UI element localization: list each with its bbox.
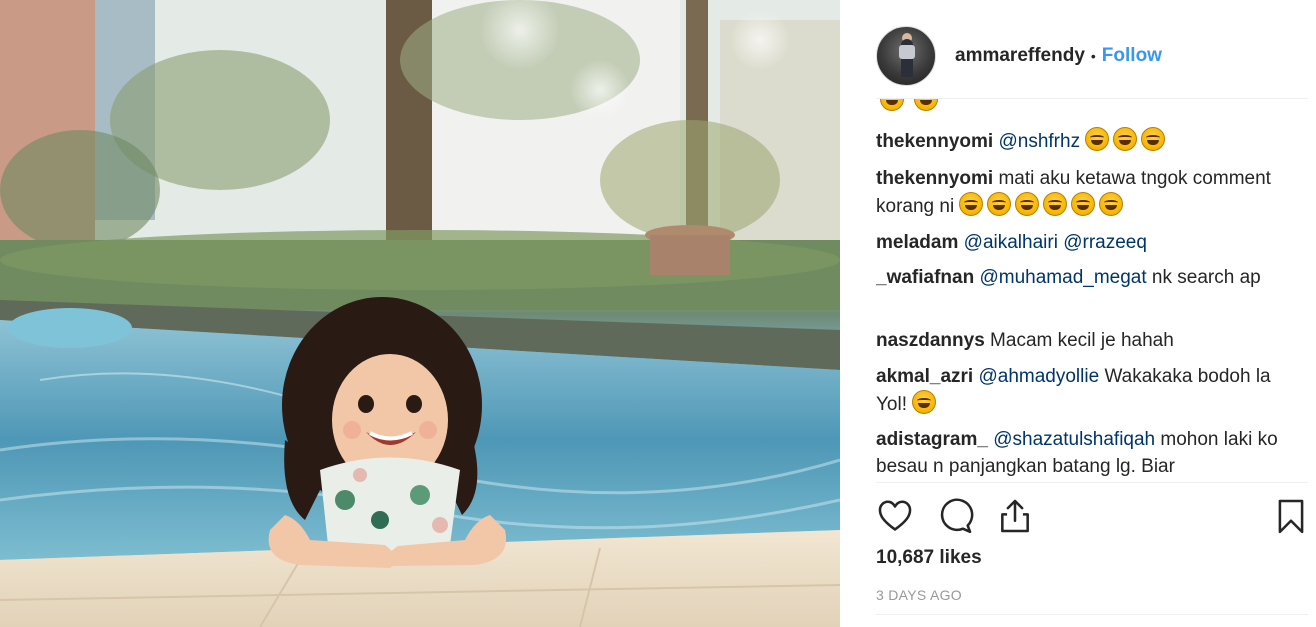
- rofl-emoji-icon: [914, 99, 938, 111]
- post-side-panel: ammareffendy • Follow thekennyomi @nshfr…: [840, 0, 1316, 627]
- post-timestamp[interactable]: 3 DAYS AGO: [876, 587, 962, 603]
- rofl-emoji-icon: [1085, 127, 1110, 151]
- avatar[interactable]: [876, 26, 936, 86]
- follow-button[interactable]: Follow: [1102, 45, 1162, 67]
- comment-item: thekennyomi mati aku ketawa tngok commen…: [876, 165, 1296, 220]
- comment-mention[interactable]: @shazatulshafiqah: [993, 429, 1155, 450]
- comment-item: adistagram_ @shazatulshafiqah mohon laki…: [876, 426, 1296, 480]
- like-count[interactable]: 10,687 likes: [876, 547, 982, 569]
- separator-dot: •: [1090, 48, 1096, 64]
- comment-username[interactable]: thekennyomi: [876, 168, 993, 189]
- comment-username[interactable]: akmal_azri: [876, 366, 973, 387]
- rofl-emoji-icon: [1043, 192, 1068, 216]
- comment-item: naszdannys Macam kecil je hahah: [876, 327, 1296, 354]
- comments-list[interactable]: thekennyomi @nshfrhz thekennyomi mati ak…: [876, 98, 1308, 482]
- rofl-emoji-icon: [987, 192, 1012, 216]
- rofl-emoji-icon: [912, 390, 937, 414]
- laughing-emoji-icon: [959, 192, 984, 216]
- comment-mention[interactable]: @nshfrhz: [998, 131, 1080, 152]
- comment-mention[interactable]: @muhamad_megat: [979, 267, 1146, 288]
- heart-icon[interactable]: [876, 497, 914, 535]
- rofl-emoji-icon: [1113, 127, 1138, 151]
- comment-text: nk search ap: [1151, 267, 1261, 288]
- clipped-emoji-row: [880, 99, 942, 111]
- comment-text: Macam kecil je hahah: [990, 330, 1174, 351]
- photo-illustration: [0, 0, 840, 627]
- comment-mention[interactable]: @aikalhairi @rrazeeq: [964, 232, 1147, 253]
- comment-bubble-icon[interactable]: [936, 497, 974, 535]
- rofl-emoji-icon: [1099, 192, 1124, 216]
- rofl-emoji-icon: [1015, 192, 1040, 216]
- comment-item: meladam @aikalhairi @rrazeeq: [876, 229, 1296, 256]
- comment-mention[interactable]: @ahmadyollie: [978, 366, 1099, 387]
- share-icon[interactable]: [996, 497, 1034, 535]
- post-photo[interactable]: [0, 0, 840, 627]
- divider: [876, 614, 1308, 615]
- action-bar: [876, 482, 1308, 552]
- bookmark-icon[interactable]: [1272, 497, 1310, 535]
- post-header: ammareffendy • Follow: [876, 26, 1306, 86]
- rofl-emoji-icon: [880, 99, 904, 111]
- rofl-emoji-icon: [1071, 192, 1096, 216]
- rofl-emoji-icon: [1141, 127, 1166, 151]
- comment-username[interactable]: meladam: [876, 232, 958, 253]
- comment-item: thekennyomi @nshfrhz: [876, 127, 1296, 155]
- comment-username[interactable]: _wafiafnan: [876, 267, 974, 288]
- comment-item: akmal_azri @ahmadyollie Wakakaka bodoh l…: [876, 363, 1296, 418]
- comment-username[interactable]: naszdannys: [876, 330, 985, 351]
- comment-item: _wafiafnan @muhamad_megat nk search ap: [876, 264, 1296, 291]
- username[interactable]: ammareffendy: [955, 45, 1085, 67]
- comment-username[interactable]: adistagram_: [876, 429, 988, 450]
- comment-username[interactable]: thekennyomi: [876, 131, 993, 152]
